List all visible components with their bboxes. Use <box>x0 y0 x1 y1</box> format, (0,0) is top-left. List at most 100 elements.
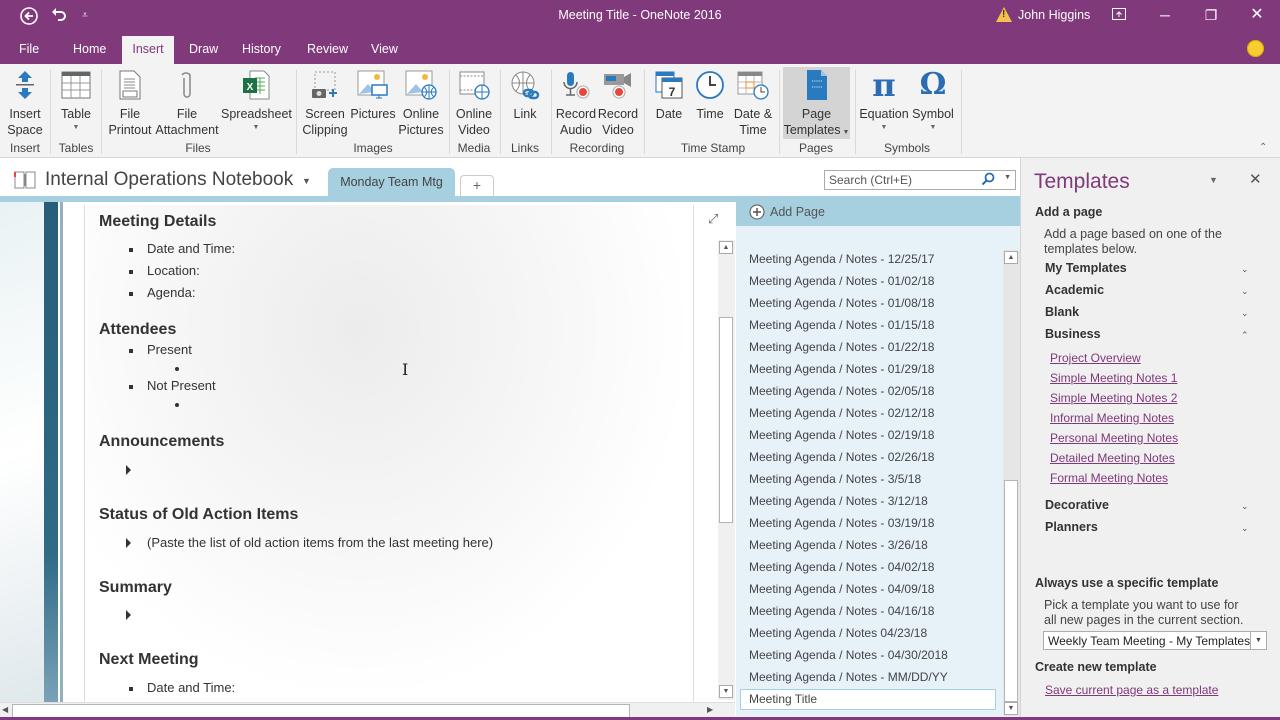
list-item[interactable]: Date and Time: <box>147 680 235 695</box>
category-decorative[interactable]: Decorative <box>1045 498 1109 512</box>
hscroll-thumb[interactable] <box>12 704 630 718</box>
template-link[interactable]: Informal Meeting Notes <box>1050 411 1174 425</box>
page-list-item[interactable]: Meeting Agenda / Notes - 02/19/18 <box>749 428 934 442</box>
insert-space-button[interactable]: Insert Space <box>4 68 46 138</box>
page-list-item[interactable]: Meeting Agenda / Notes - 12/25/17 <box>749 252 934 266</box>
page-list-item[interactable]: Meeting Agenda / Notes - 04/09/18 <box>749 582 934 596</box>
link-button[interactable]: Link <box>504 68 546 122</box>
date-and-time-button[interactable]: Date & Time <box>731 68 775 138</box>
pane-options-dropdown-icon[interactable]: ▼ <box>1209 175 1218 185</box>
list-item[interactable]: Not Present <box>147 378 216 393</box>
tab-history[interactable]: History <box>233 36 290 64</box>
template-link[interactable]: Personal Meeting Notes <box>1050 431 1178 445</box>
page-list-item[interactable]: Meeting Agenda / Notes - 04/02/18 <box>749 560 934 574</box>
list-item[interactable]: Agenda: <box>147 285 195 300</box>
template-link[interactable]: Simple Meeting Notes 2 <box>1050 391 1177 405</box>
page-list-item[interactable]: Meeting Agenda / Notes - 03/19/18 <box>749 516 934 530</box>
page-list-scrollbar[interactable]: ▲ ▼ <box>1003 250 1020 716</box>
pictures-button[interactable]: Pictures <box>350 68 396 122</box>
notebook-dropdown-icon[interactable]: ▼ <box>302 176 311 186</box>
bullet[interactable] <box>175 367 179 371</box>
online-video-button[interactable]: Online Video <box>452 68 496 138</box>
template-link[interactable]: Project Overview <box>1050 351 1141 365</box>
symbol-button[interactable]: Ω Symbol ▼ <box>910 68 956 134</box>
search-icon[interactable] <box>981 172 995 189</box>
collapse-ribbon-icon[interactable]: ⌃ <box>1259 142 1267 153</box>
search-scope-dropdown-icon[interactable]: ▼ <box>1004 174 1011 181</box>
select-dropdown-icon[interactable]: ▼ <box>1250 632 1266 649</box>
expand-chevron-icon[interactable]: ⌄ <box>1241 501 1249 512</box>
minimize-button[interactable]: ─ <box>1150 4 1180 26</box>
page-list-item[interactable]: Meeting Agenda / Notes - 02/26/18 <box>749 450 934 464</box>
page-content[interactable]: ⋯ Meeting Details Date and Time: Locatio… <box>84 205 694 702</box>
record-video-button[interactable]: Record Video <box>597 68 639 138</box>
close-pane-icon[interactable]: ✕ <box>1249 170 1262 188</box>
record-audio-button[interactable]: Record Audio <box>555 68 597 138</box>
list-item[interactable]: (Paste the list of old action items from… <box>147 535 493 550</box>
category-blank[interactable]: Blank <box>1045 305 1079 319</box>
page-list-item[interactable]: Meeting Agenda / Notes - 02/05/18 <box>749 384 934 398</box>
add-section-button[interactable]: + <box>460 175 494 196</box>
page-vertical-scrollbar[interactable]: ▲ ▼ <box>718 240 735 700</box>
page-list-item[interactable]: Meeting Agenda / Notes - 01/22/18 <box>749 340 934 354</box>
add-page-button[interactable]: Add Page <box>736 198 1020 226</box>
collapse-chevron-icon[interactable]: ⌃ <box>1241 330 1249 341</box>
page-list-item[interactable]: Meeting Agenda / Notes - 01/08/18 <box>749 296 934 310</box>
scroll-right-button[interactable]: ▶ <box>707 705 713 714</box>
time-button[interactable]: Time <box>692 68 728 122</box>
table-button[interactable]: Table ▼ <box>56 68 96 134</box>
scroll-left-button[interactable]: ◀ <box>2 705 8 714</box>
notebook-icon[interactable] <box>13 170 37 193</box>
page-list-item[interactable]: Meeting Agenda / Notes - 04/30/2018 <box>749 648 948 662</box>
page-list-item[interactable]: Meeting Agenda / Notes - 04/16/18 <box>749 604 934 618</box>
scroll-down-button[interactable]: ▼ <box>1004 702 1018 715</box>
page-list-item[interactable]: Meeting Agenda / Notes - 01/02/18 <box>749 274 934 288</box>
save-as-template-link[interactable]: Save current page as a template <box>1045 683 1218 697</box>
user-account[interactable]: John Higgins <box>996 7 1090 22</box>
back-arrow-icon[interactable] <box>18 6 40 26</box>
template-link[interactable]: Detailed Meeting Notes <box>1050 451 1175 465</box>
page-list-item[interactable]: Meeting Agenda / Notes - 3/12/18 <box>749 494 928 508</box>
full-page-view-icon[interactable]: ⤢ <box>708 211 718 227</box>
expand-chevron-icon[interactable]: ⌄ <box>1241 308 1249 319</box>
page-list-item[interactable]: Meeting Agenda / Notes - 01/15/18 <box>749 318 934 332</box>
screen-clipping-button[interactable]: Screen Clipping <box>300 68 350 138</box>
undo-icon[interactable] <box>48 6 70 26</box>
page-list-item[interactable]: Meeting Agenda / Notes - 01/29/18 <box>749 362 934 376</box>
section-tab-monday-team-mtg[interactable]: Monday Team Mtg <box>328 168 455 196</box>
page-list-item-selected[interactable]: Meeting Title <box>749 692 817 706</box>
search-input[interactable]: Search (Ctrl+E) ▼ <box>824 170 1016 190</box>
page-list-item[interactable]: Meeting Agenda / Notes - 02/12/18 <box>749 406 934 420</box>
date-button[interactable]: 7 Date <box>651 68 687 122</box>
tab-draw[interactable]: Draw <box>180 36 227 64</box>
category-academic[interactable]: Academic <box>1045 283 1104 297</box>
tab-insert[interactable]: Insert <box>122 36 174 64</box>
scroll-up-button[interactable]: ▲ <box>1004 251 1018 264</box>
scroll-thumb[interactable] <box>1004 480 1018 702</box>
page-templates-button[interactable]: Page Templates ▼ <box>783 67 850 139</box>
notebook-name[interactable]: Internal Operations Notebook <box>45 169 293 191</box>
bullet[interactable] <box>175 403 179 407</box>
tab-view[interactable]: View <box>362 36 407 64</box>
expand-chevron-icon[interactable]: ⌄ <box>1241 264 1249 275</box>
equation-button[interactable]: π Equation ▼ <box>858 68 910 134</box>
category-business[interactable]: Business <box>1045 327 1101 341</box>
list-item[interactable]: Date and Time: <box>147 241 235 256</box>
page-list-item[interactable]: Meeting Agenda / Notes - 3/5/18 <box>749 472 921 486</box>
category-planners[interactable]: Planners <box>1045 520 1098 534</box>
default-template-select[interactable]: Weekly Team Meeting - My Templates ▼ <box>1043 631 1267 650</box>
spreadsheet-button[interactable]: X Spreadsheet ▼ <box>221 68 292 134</box>
scroll-thumb[interactable] <box>719 317 733 523</box>
expand-chevron-icon[interactable]: ⌄ <box>1241 286 1249 297</box>
customize-qat-icon[interactable]: ⩡ <box>78 6 92 26</box>
template-link[interactable]: Formal Meeting Notes <box>1050 471 1168 485</box>
list-item[interactable]: Present <box>147 342 192 357</box>
bullet-arrow[interactable] <box>126 610 131 620</box>
scroll-up-button[interactable]: ▲ <box>719 241 733 254</box>
category-my-templates[interactable]: My Templates <box>1045 261 1127 275</box>
restore-button[interactable]: ❐ <box>1196 4 1226 26</box>
expand-chevron-icon[interactable]: ⌄ <box>1241 523 1249 534</box>
feedback-smiley-icon[interactable] <box>1247 40 1264 57</box>
page-list-item[interactable]: Meeting Agenda / Notes 04/23/18 <box>749 626 927 640</box>
page-list-item[interactable]: Meeting Agenda / Notes - 3/26/18 <box>749 538 928 552</box>
